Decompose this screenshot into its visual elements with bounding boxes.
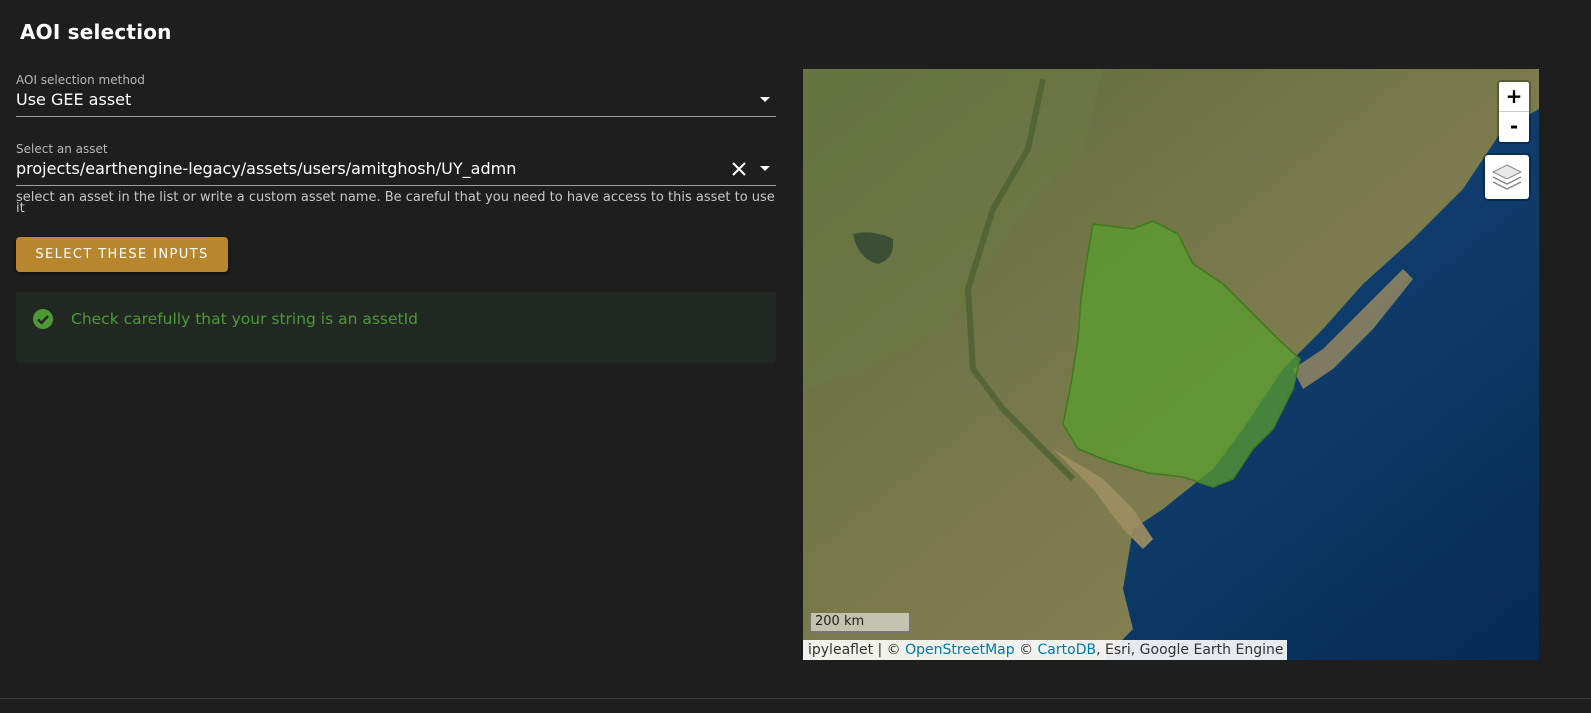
asset-input[interactable]: projects/earthengine-legacy/assets/users…	[16, 158, 776, 182]
page-footer-edge	[0, 698, 1591, 713]
close-icon[interactable]	[730, 160, 748, 178]
attribution-suffix: , Esri, Google Earth Engine	[1096, 642, 1284, 658]
attribution-prefix: ipyleaflet | ©	[808, 642, 906, 658]
layers-icon	[1491, 164, 1523, 190]
chevron-down-icon[interactable]	[760, 166, 770, 171]
asset-select-underline	[16, 185, 776, 186]
openstreetmap-link[interactable]: OpenStreetMap	[905, 642, 1014, 658]
scale-bar: 200 km	[809, 613, 911, 633]
check-circle-icon	[33, 309, 53, 329]
map-view[interactable]: + - 200 km ipyleaflet | © OpenStreetMap …	[803, 69, 1539, 660]
asset-combobox[interactable]: Select an asset projects/earthengine-leg…	[16, 142, 776, 186]
select-inputs-button[interactable]: SELECT THESE INPUTS	[16, 237, 228, 272]
method-select[interactable]: AOI selection method Use GEE asset	[16, 73, 776, 117]
zoom-out-button[interactable]: -	[1499, 112, 1529, 142]
method-select-label: AOI selection method	[16, 73, 145, 87]
method-select-underline	[16, 116, 776, 117]
chevron-down-icon[interactable]	[760, 97, 770, 102]
asset-select-label: Select an asset	[16, 142, 108, 156]
layers-button[interactable]	[1483, 153, 1531, 201]
asset-hint: select an asset in the list or write a c…	[16, 190, 775, 216]
satellite-basemap[interactable]	[803, 69, 1539, 660]
map-attribution: ipyleaflet | © OpenStreetMap © CartoDB, …	[803, 640, 1288, 660]
attribution-mid: ©	[1014, 642, 1038, 658]
page-title: AOI selection	[20, 20, 172, 44]
cartodb-link[interactable]: CartoDB	[1038, 642, 1097, 658]
alert-message: Check carefully that your string is an a…	[71, 310, 419, 328]
method-select-value[interactable]: Use GEE asset	[16, 89, 776, 113]
alert-box: Check carefully that your string is an a…	[16, 292, 776, 363]
zoom-control: + -	[1497, 80, 1531, 144]
zoom-in-button[interactable]: +	[1499, 82, 1529, 112]
